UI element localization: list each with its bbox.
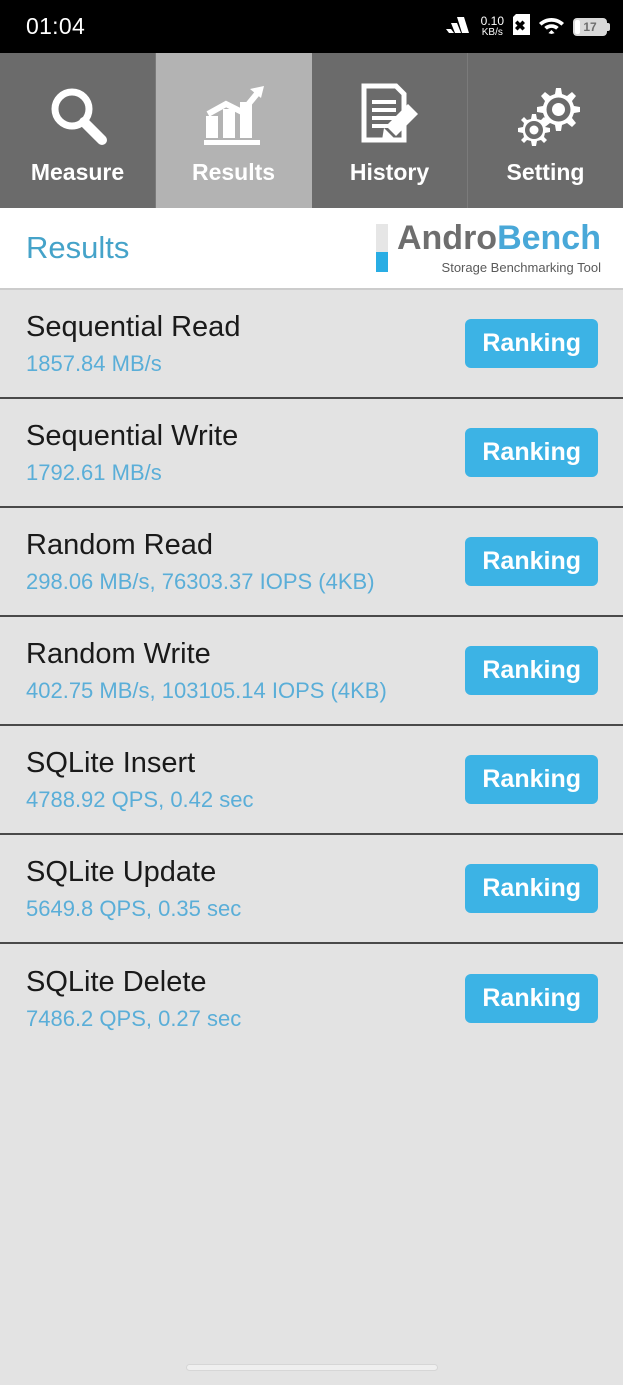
results-list: Sequential Read 1857.84 MB/s Ranking Seq…: [0, 290, 623, 1053]
result-name: Sequential Read: [26, 310, 241, 343]
logo-wordmark: AndroBench: [397, 221, 601, 255]
status-icons: 0.10 KB/s 17: [445, 14, 610, 39]
table-row[interactable]: Random Read 298.06 MB/s, 76303.37 IOPS (…: [0, 508, 623, 617]
document-pencil-icon: [356, 81, 424, 151]
result-name: Sequential Write: [26, 419, 239, 452]
result-texts: Sequential Read 1857.84 MB/s: [26, 311, 240, 377]
result-value: 1857.84 MB/s: [26, 351, 162, 377]
tab-setting[interactable]: Setting: [468, 53, 623, 208]
status-clock: 01:04: [26, 13, 86, 39]
result-name: SQLite Insert: [26, 746, 196, 779]
result-name: Random Write: [26, 637, 211, 670]
magnifier-icon: [44, 81, 112, 151]
androbench-logo: AndroBench Storage Benchmarking Tool: [375, 221, 601, 275]
wifi-icon: [539, 15, 564, 38]
result-texts: SQLite Update 5649.8 QPS, 0.35 sec: [26, 856, 241, 922]
tab-measure[interactable]: Measure: [0, 53, 156, 208]
result-name: Random Read: [26, 528, 213, 561]
result-value: 402.75 MB/s, 103105.14 IOPS (4KB): [26, 678, 387, 704]
logo-secondary: Bench: [497, 219, 601, 257]
result-value: 7486.2 QPS, 0.27 sec: [26, 1006, 242, 1032]
ranking-button[interactable]: Ranking: [465, 646, 598, 695]
gears-icon: [512, 81, 580, 151]
ranking-button[interactable]: Ranking: [465, 755, 598, 804]
navigation-bar: [0, 1349, 623, 1385]
network-speed-indicator: 0.10 KB/s: [481, 15, 504, 38]
battery-fill: [575, 19, 580, 34]
result-texts: SQLite Insert 4788.92 QPS, 0.42 sec: [26, 747, 254, 813]
table-row[interactable]: Random Write 402.75 MB/s, 103105.14 IOPS…: [0, 617, 623, 726]
main-tab-bar: Measure Results History Setting: [0, 53, 623, 208]
result-texts: Random Write 402.75 MB/s, 103105.14 IOPS…: [26, 638, 387, 704]
sim-card-disabled-icon: [513, 14, 530, 39]
table-row[interactable]: Sequential Read 1857.84 MB/s Ranking: [0, 290, 623, 399]
ranking-button[interactable]: Ranking: [465, 864, 598, 913]
result-name: SQLite Delete: [26, 965, 207, 998]
table-row[interactable]: SQLite Insert 4788.92 QPS, 0.42 sec Rank…: [0, 726, 623, 835]
table-row[interactable]: Sequential Write 1792.61 MB/s Ranking: [0, 399, 623, 508]
result-texts: SQLite Delete 7486.2 QPS, 0.27 sec: [26, 966, 241, 1032]
tab-setting-label: Setting: [506, 159, 585, 185]
result-texts: Sequential Write 1792.61 MB/s: [26, 420, 238, 486]
result-value: 298.06 MB/s, 76303.37 IOPS (4KB): [26, 569, 375, 595]
tab-measure-label: Measure: [30, 159, 125, 185]
bar-chart-trend-icon: [200, 81, 268, 151]
table-row[interactable]: SQLite Delete 7486.2 QPS, 0.27 sec Ranki…: [0, 944, 623, 1053]
battery-icon: 17: [573, 17, 610, 36]
tab-results-label: Results: [191, 159, 276, 185]
tab-history-label: History: [349, 159, 430, 185]
table-row[interactable]: SQLite Update 5649.8 QPS, 0.35 sec Ranki…: [0, 835, 623, 944]
ranking-button[interactable]: Ranking: [465, 428, 598, 477]
ranking-button[interactable]: Ranking: [465, 974, 598, 1023]
ranking-button[interactable]: Ranking: [465, 537, 598, 586]
logo-text: AndroBench Storage Benchmarking Tool: [397, 221, 601, 275]
logo-primary: Andro: [396, 219, 498, 257]
network-speed-unit: KB/s: [481, 27, 503, 38]
status-bar: 01:04 0.10 KB/s 17: [0, 0, 623, 53]
logo-subtitle: Storage Benchmarking Tool: [441, 260, 601, 275]
result-name: SQLite Update: [26, 855, 217, 888]
tab-results[interactable]: Results: [156, 53, 312, 208]
androbench-app: 01:04 0.10 KB/s 17 Measure Results Histo…: [0, 0, 623, 1385]
result-value: 4788.92 QPS, 0.42 sec: [26, 787, 254, 813]
network-speed-value: 0.10: [480, 14, 504, 28]
app-header: Results AndroBench Storage Benchmarking …: [0, 208, 623, 290]
tab-history[interactable]: History: [312, 53, 468, 208]
result-value: 1792.61 MB/s: [26, 460, 162, 486]
ranking-button[interactable]: Ranking: [465, 319, 598, 368]
battery-level-label: 17: [583, 19, 597, 34]
signal-bars-icon: [445, 16, 472, 37]
home-gesture-indicator[interactable]: [185, 1363, 438, 1371]
logo-bar-icon: [375, 224, 388, 272]
result-value: 5649.8 QPS, 0.35 sec: [26, 896, 242, 922]
result-texts: Random Read 298.06 MB/s, 76303.37 IOPS (…: [26, 529, 375, 595]
page-title: Results: [26, 230, 130, 265]
